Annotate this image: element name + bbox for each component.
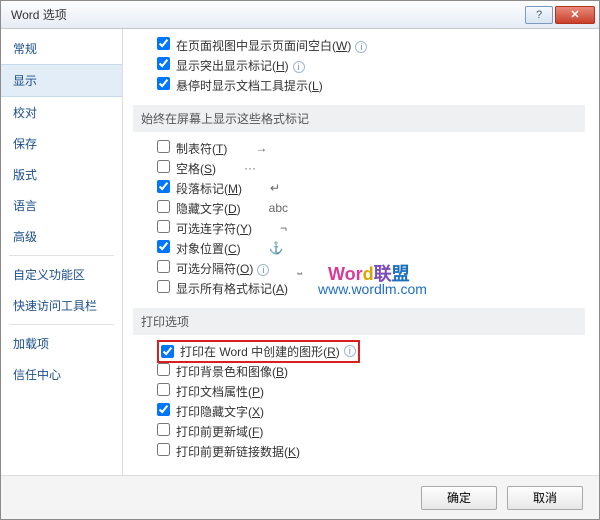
fmt-opt-row-7: 显示所有格式标记(A) — [137, 278, 585, 298]
ok-button[interactable]: 确定 — [421, 486, 497, 510]
fmt-opt-symbol-5: ⚓ — [269, 241, 299, 255]
fmt-opt-checkbox-3[interactable] — [157, 200, 170, 213]
fmt-opt-checkbox-0[interactable] — [157, 140, 170, 153]
print-opt-row-4: 打印前更新域(F) — [137, 421, 585, 441]
content-pane: 在页面视图中显示页面间空白(W) i 显示突出显示标记(H) i 悬停时显示文档工具提示… — [123, 29, 599, 475]
fmt-opt-symbol-2: ↵ — [270, 181, 300, 195]
print-opt-row-5: 打印前更新链接数据(K) — [137, 441, 585, 461]
info-icon[interactable]: i — [355, 41, 367, 53]
fmt-opt-checkbox-4[interactable] — [157, 220, 170, 233]
fmt-opt-symbol-1: ··· — [244, 161, 274, 175]
titlebar: Word 选项 ? ✕ — [1, 1, 599, 29]
sidebar-item-3[interactable]: 保存 — [1, 128, 122, 159]
top-opt-row-2: 悬停时显示文档工具提示(L) — [137, 75, 585, 95]
top-opt-checkbox-0[interactable] — [157, 37, 170, 50]
fmt-opt-label-4: 可选连字符(Y) — [176, 222, 252, 236]
titlebar-buttons: ? ✕ — [525, 6, 595, 24]
print-opt-label-2: 打印文档属性(P) — [176, 385, 264, 399]
print-opt-checkbox-1[interactable] — [157, 363, 170, 376]
print-opt-checkbox-5[interactable] — [157, 443, 170, 456]
info-icon[interactable]: i — [293, 61, 305, 73]
fmt-opt-checkbox-6[interactable] — [157, 260, 170, 273]
info-icon[interactable]: i — [257, 264, 269, 276]
sidebar-item-9[interactable]: 加载项 — [1, 328, 122, 359]
print-opt-label-5: 打印前更新链接数据(K) — [176, 445, 300, 459]
print-opt-row-1: 打印背景色和图像(B) — [137, 361, 585, 381]
print-opt-row-3: 打印隐藏文字(X) — [137, 401, 585, 421]
sidebar-item-6[interactable]: 高级 — [1, 221, 122, 252]
dialog-title: Word 选项 — [11, 6, 525, 23]
print-opt-row-0: 打印在 Word 中创建的图形(R) i — [137, 341, 585, 361]
top-opt-label-1: 显示突出显示标记(H) — [176, 59, 289, 73]
top-opt-row-0: 在页面视图中显示页面间空白(W) i — [137, 35, 585, 55]
top-opt-checkbox-1[interactable] — [157, 57, 170, 70]
fmt-opt-row-6: 可选分隔符(O) i ⎵ — [137, 258, 585, 278]
close-button[interactable]: ✕ — [555, 6, 595, 24]
sidebar-item-4[interactable]: 版式 — [1, 159, 122, 190]
fmt-opt-symbol-4: ¬ — [280, 221, 310, 235]
top-opt-row-1: 显示突出显示标记(H) i — [137, 55, 585, 75]
fmt-opt-row-5: 对象位置(C) ⚓ — [137, 238, 585, 258]
fmt-opt-row-4: 可选连字符(Y) ¬ — [137, 218, 585, 238]
fmt-opt-row-1: 空格(S) ··· — [137, 158, 585, 178]
print-opt-label-0: 打印在 Word 中创建的图形(R) — [180, 343, 340, 360]
info-icon[interactable]: i — [344, 345, 356, 357]
print-opt-label-1: 打印背景色和图像(B) — [176, 365, 288, 379]
print-opt-checkbox-0[interactable] — [161, 345, 174, 358]
fmt-opt-label-1: 空格(S) — [176, 162, 216, 176]
help-button[interactable]: ? — [525, 6, 553, 24]
print-opt-checkbox-3[interactable] — [157, 403, 170, 416]
fmt-opt-label-3: 隐藏文字(D) — [176, 202, 241, 216]
word-options-dialog: Word 选项 ? ✕ 常规显示校对保存版式语言高级自定义功能区快速访问工具栏加… — [0, 0, 600, 520]
fmt-opt-row-3: 隐藏文字(D) abc — [137, 198, 585, 218]
print-opt-label-3: 打印隐藏文字(X) — [176, 405, 264, 419]
fmt-opt-symbol-6: ⎵ — [297, 261, 327, 276]
print-opt-checkbox-2[interactable] — [157, 383, 170, 396]
sidebar-item-5[interactable]: 语言 — [1, 190, 122, 221]
fmt-opt-row-2: 段落标记(M) ↵ — [137, 178, 585, 198]
fmt-opt-checkbox-1[interactable] — [157, 160, 170, 173]
section-print-options: 打印选项 — [133, 308, 585, 335]
print-opt-label-4: 打印前更新域(F) — [176, 425, 263, 439]
cancel-button[interactable]: 取消 — [507, 486, 583, 510]
fmt-opt-checkbox-7[interactable] — [157, 280, 170, 293]
fmt-opt-symbol-3: abc — [269, 201, 299, 215]
sidebar-item-1[interactable]: 显示 — [1, 64, 122, 97]
fmt-opt-label-0: 制表符(T) — [176, 142, 227, 156]
top-opt-checkbox-2[interactable] — [157, 77, 170, 90]
fmt-opt-label-7: 显示所有格式标记(A) — [176, 282, 288, 296]
print-opt-row-2: 打印文档属性(P) — [137, 381, 585, 401]
sidebar-item-8[interactable]: 快速访问工具栏 — [1, 290, 122, 321]
sidebar: 常规显示校对保存版式语言高级自定义功能区快速访问工具栏加载项信任中心 — [1, 29, 123, 475]
print-opt-checkbox-4[interactable] — [157, 423, 170, 436]
top-opt-label-0: 在页面视图中显示页面间空白(W) — [176, 39, 351, 53]
top-opt-label-2: 悬停时显示文档工具提示(L) — [176, 79, 323, 93]
fmt-opt-row-0: 制表符(T) → — [137, 138, 585, 158]
fmt-opt-symbol-0: → — [255, 141, 285, 155]
fmt-opt-checkbox-5[interactable] — [157, 240, 170, 253]
sidebar-item-0[interactable]: 常规 — [1, 33, 122, 64]
fmt-opt-label-2: 段落标记(M) — [176, 182, 242, 196]
fmt-opt-label-5: 对象位置(C) — [176, 242, 241, 256]
sidebar-item-2[interactable]: 校对 — [1, 97, 122, 128]
section-format-marks: 始终在屏幕上显示这些格式标记 — [133, 105, 585, 132]
sidebar-item-7[interactable]: 自定义功能区 — [1, 259, 122, 290]
fmt-opt-checkbox-2[interactable] — [157, 180, 170, 193]
dialog-body: 常规显示校对保存版式语言高级自定义功能区快速访问工具栏加载项信任中心 在页面视图… — [1, 29, 599, 475]
dialog-footer: 确定 取消 — [1, 475, 599, 519]
fmt-opt-label-6: 可选分隔符(O) — [176, 262, 253, 276]
sidebar-item-10[interactable]: 信任中心 — [1, 359, 122, 390]
